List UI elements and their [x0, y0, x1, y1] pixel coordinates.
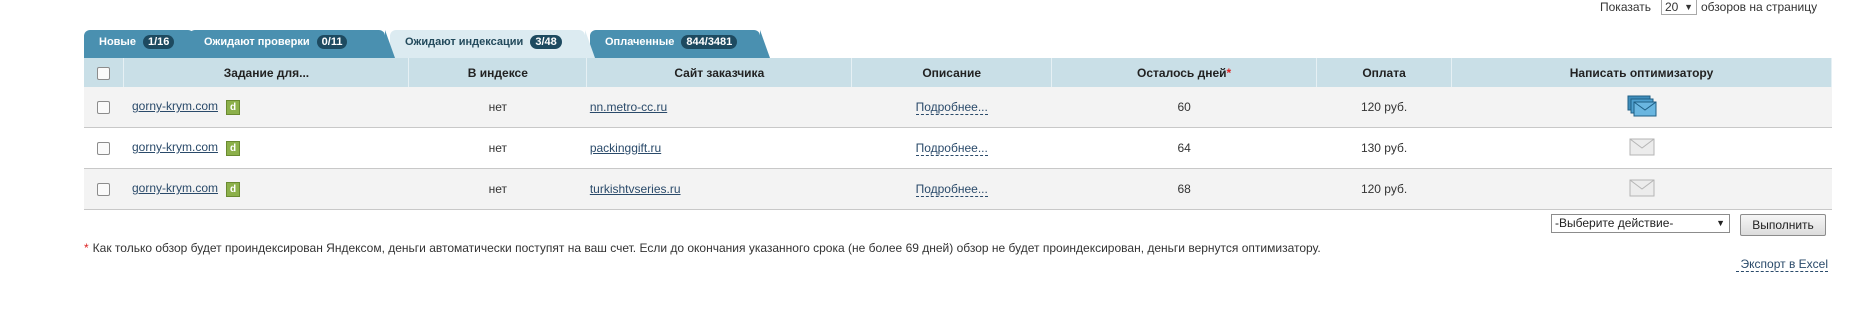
chevron-down-icon: ▼ — [1716, 218, 1725, 228]
tab-new[interactable]: Новые 1/16 — [84, 30, 204, 58]
task-cell: gorny-krym.com d — [123, 127, 409, 169]
tab-label: Оплаченные — [605, 36, 675, 48]
details-link[interactable]: Подробнее... — [915, 182, 988, 197]
column-header-contact: Написать оптимизатору — [1451, 58, 1832, 87]
footnote: * Как только обзор будет проиндексирован … — [84, 241, 1534, 255]
payment-cell: 120 руб. — [1316, 168, 1452, 210]
indexed-cell: нет — [408, 127, 587, 169]
column-header-indexed: В индексе — [408, 58, 588, 87]
task-link[interactable]: gorny-krym.com — [132, 181, 218, 195]
tab-count-badge: 3/48 — [530, 35, 562, 49]
days-left-cell: 60 — [1051, 87, 1317, 128]
details-link[interactable]: Подробнее... — [915, 100, 988, 115]
required-asterisk: * — [1226, 65, 1232, 80]
per-page-select[interactable]: 20 ▼ — [1661, 0, 1697, 15]
payment-cell: 120 руб. — [1316, 87, 1452, 128]
row-checkbox[interactable] — [97, 183, 111, 197]
description-cell: Подробнее... — [851, 87, 1052, 128]
page: Показать 20 ▼ обзоров на страницу Новые … — [0, 0, 1864, 317]
column-header-days-left: Осталось дней* — [1051, 58, 1318, 87]
tab-label: Ожидают индексации — [405, 36, 524, 48]
chevron-down-icon: ▼ — [1684, 2, 1693, 12]
table-row: gorny-krym.com d нет nn.metro-cc.ru Подро… — [84, 87, 1832, 128]
site-cell: turkishtvseries.ru — [586, 168, 852, 210]
table-header-row: Задание для... В индексе Сайт заказчика … — [84, 58, 1832, 87]
select-all-cell — [84, 58, 125, 87]
row-checkbox[interactable] — [97, 101, 111, 115]
select-all-checkbox[interactable] — [97, 66, 111, 80]
per-page-control: Показать 20 ▼ обзоров на страницу — [0, 0, 1864, 15]
contact-cell — [1451, 87, 1832, 128]
details-link[interactable]: Подробнее... — [915, 141, 988, 156]
per-page-suffix: обзоров на страницу — [1701, 0, 1818, 14]
table-row: gorny-krym.com d нет turkishtvseries.ru П… — [84, 168, 1832, 210]
indexed-cell: нет — [408, 168, 587, 210]
footnote-text: Как только обзор будет проиндексирован Я… — [92, 241, 1321, 255]
tab-count-badge: 844/3481 — [681, 35, 738, 49]
days-left-label: Осталось дней — [1137, 65, 1227, 80]
days-left-cell: 68 — [1051, 168, 1317, 210]
tab-label: Новые — [99, 36, 136, 48]
site-cell: nn.metro-cc.ru — [586, 87, 852, 128]
row-checkbox-cell — [84, 87, 124, 128]
bulk-action-value: -Выберите действие- — [1555, 216, 1674, 230]
days-left-cell: 64 — [1051, 127, 1317, 169]
per-page-label: Показать — [1600, 0, 1652, 14]
site-link[interactable]: packinggift.ru — [590, 141, 661, 155]
description-cell: Подробнее... — [851, 127, 1052, 169]
task-link[interactable]: gorny-krym.com — [132, 99, 218, 113]
status-tabs: Новые 1/16 Ожидают проверки 0/11 Ожидают… — [84, 30, 804, 58]
execute-button[interactable]: Выполнить — [1740, 214, 1826, 236]
export-excel-link[interactable]: Экспорт в Excel — [1736, 257, 1828, 272]
tab-paid[interactable]: Оплаченные 844/3481 — [590, 30, 770, 58]
column-header-description: Описание — [851, 58, 1053, 87]
reviews-table: Задание для... В индексе Сайт заказчика … — [84, 58, 1832, 210]
contact-cell — [1451, 168, 1832, 210]
row-checkbox-cell — [84, 168, 124, 210]
task-cell: gorny-krym.com d — [123, 168, 409, 210]
column-header-site: Сайт заказчика — [586, 58, 853, 87]
site-link[interactable]: nn.metro-cc.ru — [590, 100, 667, 114]
per-page-value: 20 — [1665, 0, 1679, 14]
site-cell: packinggift.ru — [586, 127, 852, 169]
footnote-asterisk: * — [84, 241, 89, 255]
bulk-action-select[interactable]: -Выберите действие- ▼ — [1551, 214, 1730, 233]
row-checkbox[interactable] — [97, 142, 111, 156]
tab-label: Ожидают проверки — [204, 36, 310, 48]
d-badge-icon[interactable]: d — [226, 181, 240, 197]
column-header-task[interactable]: Задание для... — [123, 58, 410, 87]
d-badge-icon[interactable]: d — [226, 140, 240, 156]
task-link[interactable]: gorny-krym.com — [132, 140, 218, 154]
contact-cell — [1451, 127, 1832, 169]
table-row: gorny-krym.com d нет packinggift.ru Подро… — [84, 127, 1832, 169]
tab-awaiting-indexing[interactable]: Ожидают индексации 3/48 — [390, 30, 595, 58]
row-checkbox-cell — [84, 127, 124, 169]
indexed-cell: нет — [408, 87, 587, 128]
column-header-payment: Оплата — [1316, 58, 1453, 87]
tab-count-badge: 1/16 — [143, 35, 175, 49]
description-cell: Подробнее... — [851, 168, 1052, 210]
tab-count-badge: 0/11 — [316, 35, 348, 49]
envelopes-stack-icon[interactable] — [1627, 95, 1657, 120]
site-link[interactable]: turkishtvseries.ru — [590, 182, 681, 196]
d-badge-icon[interactable]: d — [226, 99, 240, 115]
payment-cell: 130 руб. — [1316, 127, 1452, 169]
envelope-icon[interactable] — [1629, 138, 1655, 159]
envelope-icon[interactable] — [1629, 179, 1655, 200]
tab-awaiting-review[interactable]: Ожидают проверки 0/11 — [189, 30, 395, 58]
task-cell: gorny-krym.com d — [123, 87, 409, 128]
